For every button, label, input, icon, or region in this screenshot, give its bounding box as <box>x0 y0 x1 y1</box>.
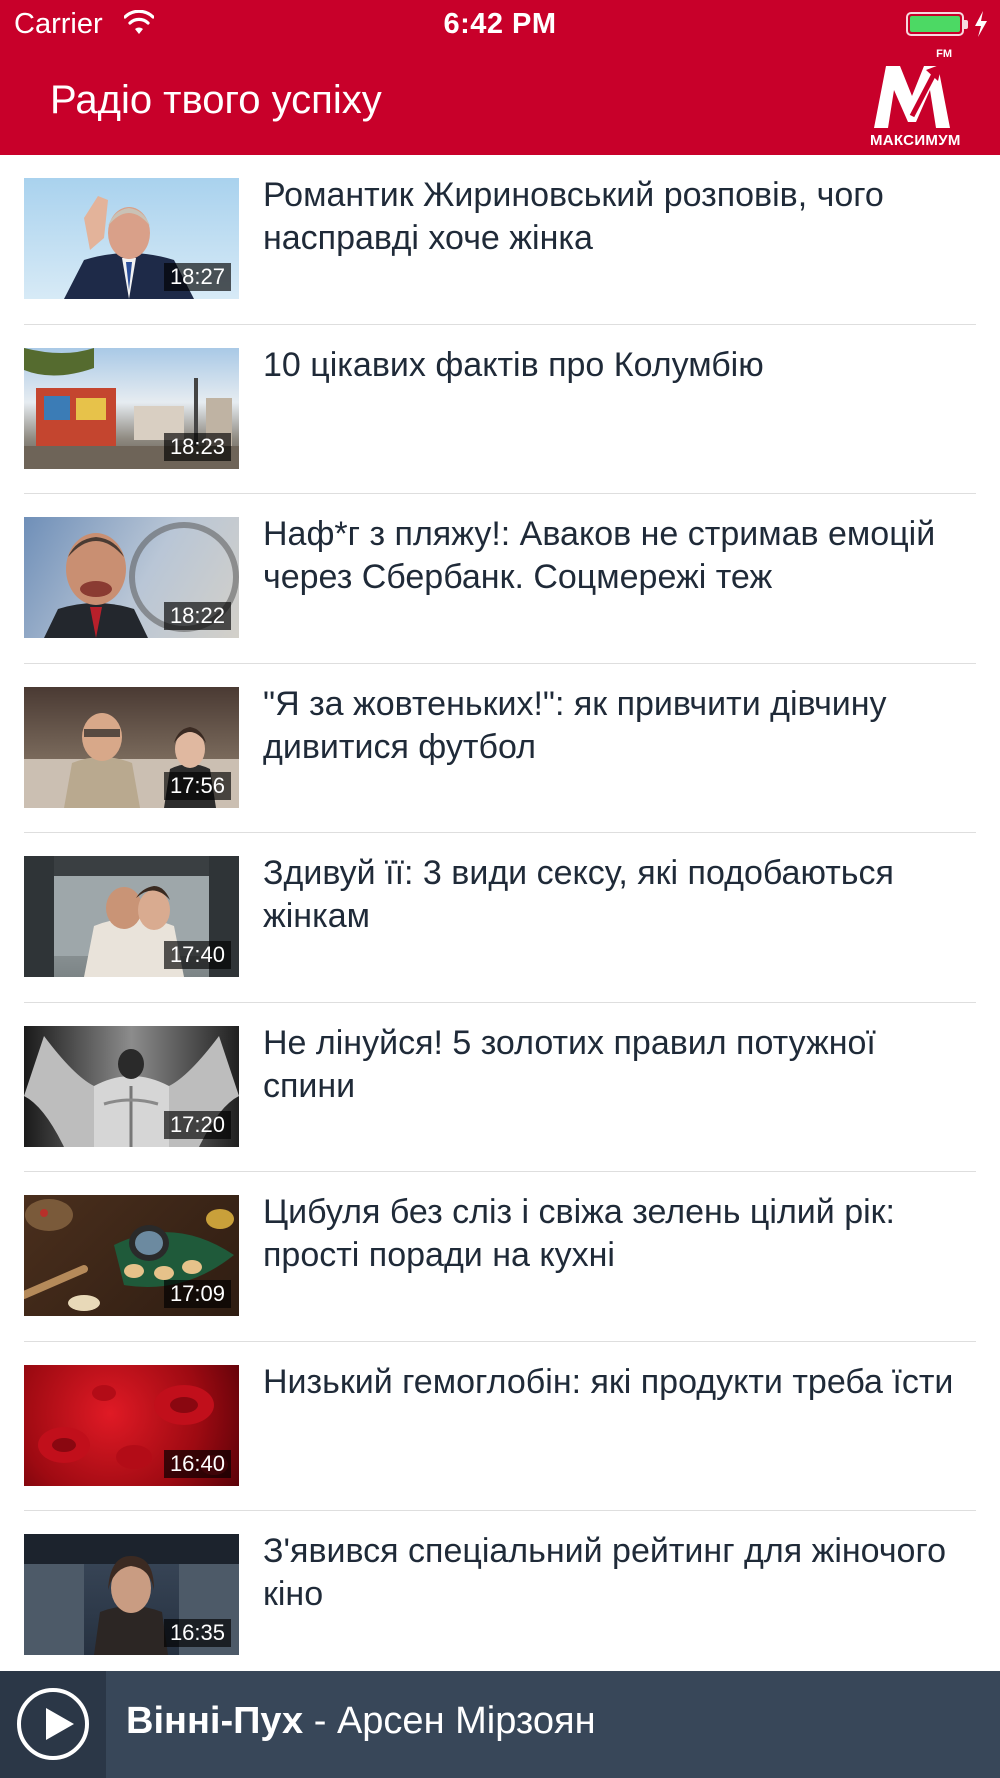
news-list: 18:27 Романтик Жириновський розповів, чо… <box>0 155 1000 1681</box>
news-thumbnail: 17:20 <box>24 1025 239 1147</box>
app-screen: Carrier 6:42 PM Радіо твого успіху FM МА… <box>0 0 1000 1778</box>
charging-bolt-icon <box>975 11 987 37</box>
news-thumbnail: 18:27 <box>24 178 239 299</box>
news-item[interactable]: 18:22 Наф*г з пляжу!: Аваков не стримав … <box>0 494 1000 664</box>
battery-level <box>910 16 960 32</box>
duration-badge: 17:20 <box>163 1110 231 1139</box>
news-thumbnail: 16:40 <box>24 1364 239 1486</box>
news-item[interactable]: 18:23 10 цікавих фактів про Колумбію <box>0 325 1000 495</box>
news-item[interactable]: 18:27 Романтик Жириновський розповів, чо… <box>0 155 1000 325</box>
news-title: З'явився спеціальний рейтинг для жіночог… <box>263 1532 947 1613</box>
app-header: Carrier 6:42 PM Радіо твого успіху FM МА… <box>0 0 1000 155</box>
duration-badge: 18:23 <box>163 432 231 461</box>
track-artist: Арсен Мірзоян <box>336 1700 596 1742</box>
now-playing-text: Вінні-Пух - Арсен Мірзоян <box>126 1700 596 1743</box>
news-thumbnail: 17:09 <box>24 1195 239 1316</box>
battery-tip <box>964 20 968 29</box>
status-bar: Carrier 6:42 PM <box>0 0 1000 50</box>
track-title: Вінні-Пух <box>126 1700 304 1742</box>
battery-icon <box>906 12 964 36</box>
duration-badge: 17:56 <box>163 771 231 800</box>
news-thumbnail: 17:56 <box>24 686 239 808</box>
news-title: Низький гемоглобін: які продукти треба ї… <box>263 1362 954 1401</box>
news-title: Романтик Жириновський розповів, чого нас… <box>263 176 884 257</box>
news-thumbnail: 18:22 <box>24 517 239 638</box>
logo-fm-label: FM <box>936 48 952 60</box>
news-title: "Я за жовтеньких!": як привчити дівчину … <box>263 684 887 766</box>
news-item[interactable]: 16:35 З'явився спеціальний рейтинг для ж… <box>0 1511 1000 1681</box>
news-thumbnail: 16:35 <box>24 1534 239 1655</box>
track-separator: - <box>303 1700 337 1742</box>
duration-badge: 18:22 <box>163 602 231 630</box>
duration-badge: 18:27 <box>163 263 231 291</box>
news-title: Цибуля без сліз і свіжа зелень цілий рік… <box>263 1193 896 1274</box>
news-item[interactable]: 17:56 "Я за жовтеньких!": як привчити ді… <box>0 664 1000 834</box>
news-thumbnail: 17:40 <box>24 856 239 977</box>
status-time: 6:42 PM <box>443 8 557 40</box>
news-item[interactable]: 17:20 Не лінуйся! 5 золотих правил потуж… <box>0 1003 1000 1173</box>
duration-badge: 17:40 <box>163 941 231 969</box>
play-button-area[interactable] <box>0 1671 106 1778</box>
news-title: Наф*г з пляжу!: Аваков не стримав емоцій… <box>263 515 936 596</box>
page-title: Радіо твого успіху <box>50 78 382 122</box>
duration-badge: 16:40 <box>163 1449 231 1478</box>
news-item[interactable]: 17:09 Цибуля без сліз і свіжа зелень ціл… <box>0 1172 1000 1342</box>
now-playing-bar[interactable]: Вінні-Пух - Арсен Мірзоян <box>0 1671 1000 1778</box>
play-icon[interactable] <box>17 1688 89 1760</box>
news-title: Не лінуйся! 5 золотих правил потужної сп… <box>263 1023 876 1105</box>
station-logo[interactable]: FM МАКСИМУМ <box>870 48 961 150</box>
news-thumbnail: 18:23 <box>24 347 239 469</box>
news-item[interactable]: 17:40 Здивуй її: 3 види сексу, які подоб… <box>0 833 1000 1003</box>
duration-badge: 17:09 <box>163 1280 231 1308</box>
news-item[interactable]: 16:40 Низький гемоглобін: які продукти т… <box>0 1342 1000 1512</box>
news-title: Здивуй її: 3 види сексу, які подобаються… <box>263 854 894 935</box>
logo-m-icon <box>874 64 950 128</box>
duration-badge: 16:35 <box>163 1619 231 1647</box>
logo-wordmark: МАКСИМУМ <box>870 132 961 149</box>
news-title: 10 цікавих фактів про Колумбію <box>263 345 764 384</box>
